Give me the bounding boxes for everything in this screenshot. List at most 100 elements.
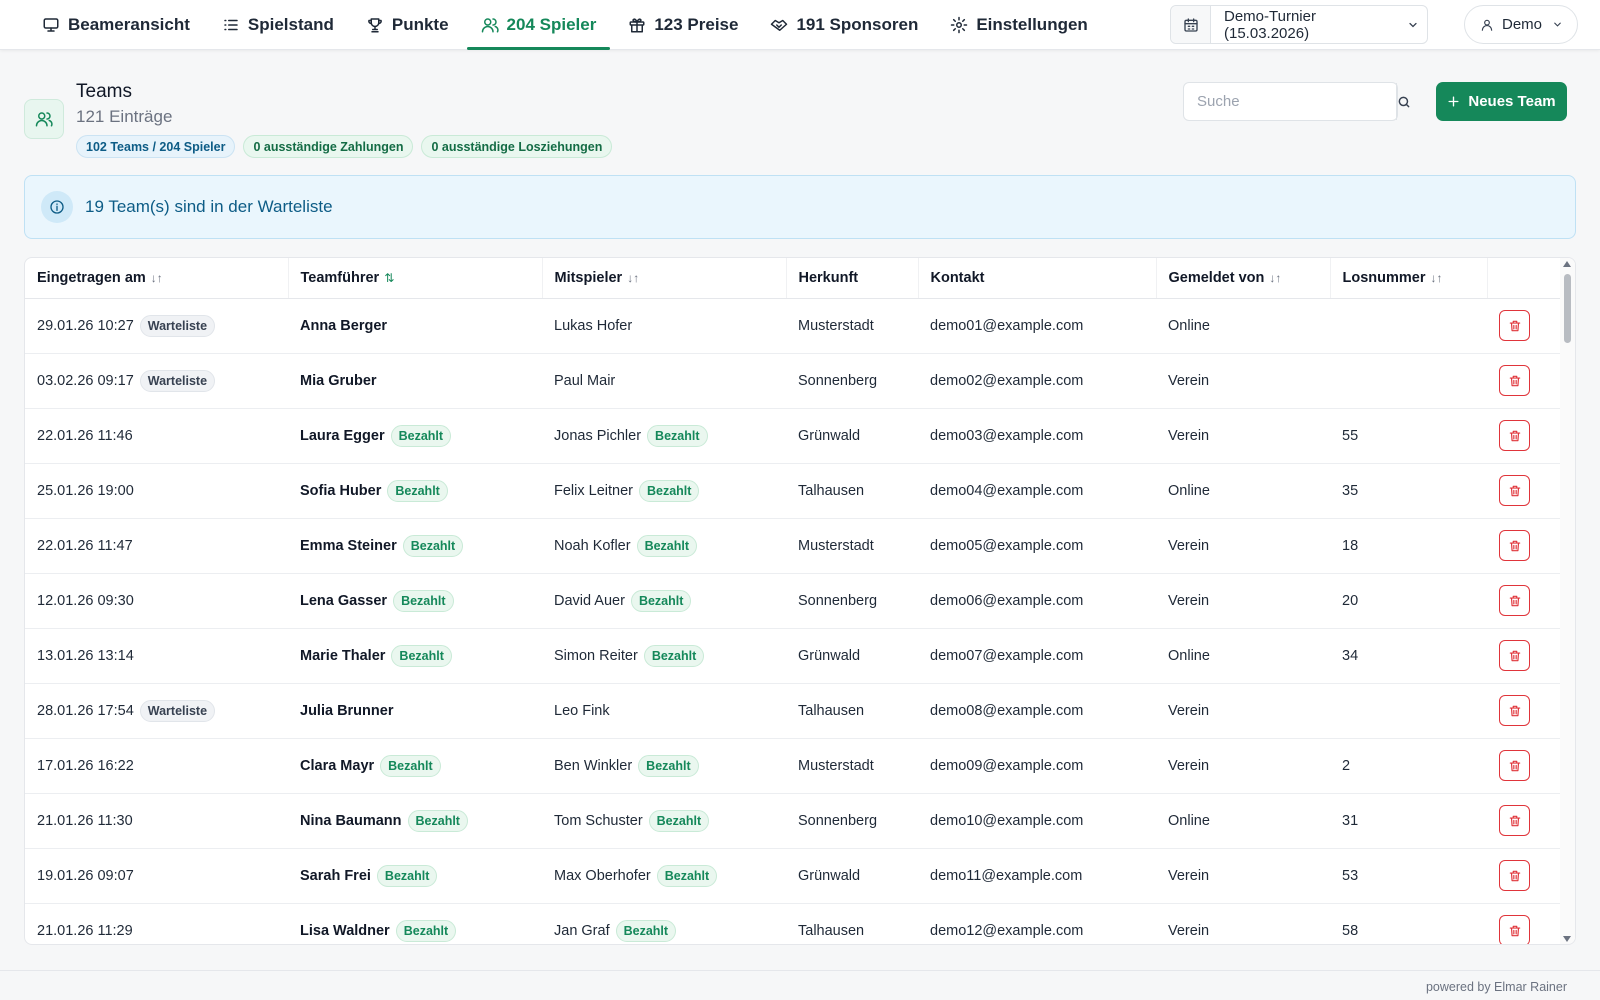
sort-icon[interactable]: ↓↑: [627, 271, 639, 285]
entry-count: 121 Einträge: [76, 107, 173, 126]
col-eingetragen[interactable]: Eingetragen am ↓↑: [25, 258, 289, 299]
table-row[interactable]: 22.01.26 11:47 Emma Steiner Bezahlt Noah Ko…: [25, 518, 1561, 574]
sort-icon[interactable]: ↓↑: [1431, 271, 1443, 285]
nav-preise[interactable]: 123 Preise: [612, 0, 754, 50]
user-menu[interactable]: Demo: [1464, 5, 1578, 44]
cell-contact: demo02@example.com: [918, 353, 1156, 409]
cell-date: 22.01.26 11:46: [25, 408, 288, 464]
scroll-down-arrow[interactable]: [1563, 936, 1571, 942]
table-row[interactable]: 29.01.26 10:27 Warteliste Anna Berger Lukas…: [25, 298, 1561, 354]
paid-badge: Bezahlt: [630, 589, 692, 612]
search-button[interactable]: [1396, 83, 1411, 120]
delete-button[interactable]: [1499, 365, 1530, 396]
trophy-icon: [366, 16, 384, 34]
cell-actions: [1487, 628, 1561, 684]
table-row[interactable]: 21.01.26 11:30 Nina Baumann Bezahlt Tom Sch…: [25, 793, 1561, 849]
cell-date: 29.01.26 10:27 Warteliste: [25, 298, 288, 354]
cell-actions: [1487, 848, 1561, 904]
cell-teammate: Noah Kofler Bezahlt: [542, 518, 786, 574]
cell-actions: [1487, 408, 1561, 464]
cell-origin: Grünwald: [786, 628, 918, 684]
paid-badge: Bezahlt: [643, 644, 705, 667]
list-icon: [222, 16, 240, 34]
cell-origin: Sonnenberg: [786, 573, 918, 629]
delete-button[interactable]: [1499, 915, 1530, 944]
new-team-button[interactable]: Neues Team: [1436, 82, 1567, 121]
scroll-thumb[interactable]: [1564, 274, 1571, 343]
cell-lot-number: 31: [1330, 793, 1487, 849]
cell-actions: [1487, 738, 1561, 794]
delete-button[interactable]: [1499, 585, 1530, 616]
cell-reported-by: Verein: [1156, 573, 1330, 629]
teams-table: Eingetragen am ↓↑ Teamführer ⇅ Mitspieler ↓…: [24, 257, 1576, 945]
sort-icon[interactable]: ↓↑: [151, 271, 163, 285]
nav-einstellungen[interactable]: Einstellungen: [934, 0, 1103, 50]
nav-beameransicht[interactable]: Beameransicht: [26, 0, 206, 50]
user-name: Demo: [1502, 16, 1543, 33]
delete-button[interactable]: [1499, 475, 1530, 506]
nav-spieler[interactable]: 204 Spieler: [465, 0, 613, 50]
open-payments-badge: 0 ausständige Zahlungen: [243, 135, 414, 158]
delete-button[interactable]: [1499, 750, 1530, 781]
scroll-up-arrow[interactable]: [1563, 261, 1571, 267]
footer-credit: powered by Elmar Rainer: [1425, 980, 1567, 994]
waitlist-alert: 19 Team(s) sind in der Warteliste: [24, 175, 1576, 239]
nav-label: 123 Preise: [654, 15, 739, 34]
nav-sponsoren[interactable]: 191 Sponsoren: [754, 0, 934, 50]
table-row[interactable]: 12.01.26 09:30 Lena Gasser Bezahlt David Au…: [25, 573, 1561, 629]
search-input[interactable]: [1184, 83, 1396, 120]
table-row[interactable]: 17.01.26 16:22 Clara Mayr Bezahlt Ben Winkl…: [25, 738, 1561, 794]
table-row[interactable]: 25.01.26 19:00 Sofia Huber Bezahlt Felix Le…: [25, 463, 1561, 519]
cell-date: 22.01.26 11:47: [25, 518, 288, 574]
col-gemeldet-von[interactable]: Gemeldet von ↓↑: [1156, 258, 1331, 299]
col-mitspieler[interactable]: Mitspieler ↓↑: [542, 258, 787, 299]
waitlist-badge: Warteliste: [139, 314, 216, 337]
cell-origin: Musterstadt: [786, 738, 918, 794]
delete-button[interactable]: [1499, 310, 1530, 341]
nav-label: Punkte: [391, 15, 449, 34]
cell-teammate: Jonas Pichler Bezahlt: [542, 408, 786, 464]
table-row[interactable]: 13.01.26 13:14 Marie Thaler Bezahlt Simon R…: [25, 628, 1561, 684]
cell-leader: Nina Baumann Bezahlt: [288, 793, 542, 849]
gift-icon: [628, 16, 646, 34]
table-row[interactable]: 19.01.26 09:07 Sarah Frei Bezahlt Max Oberh…: [25, 848, 1561, 904]
table-row[interactable]: 28.01.26 17:54 Warteliste Julia Brunner Leo…: [25, 683, 1561, 739]
cell-contact: demo06@example.com: [918, 573, 1156, 629]
cell-reported-by: Verein: [1156, 848, 1330, 904]
table-row[interactable]: 21.01.26 11:29 Lisa Waldner Bezahlt Jan Gra…: [25, 903, 1561, 944]
trash-icon: [1508, 319, 1522, 333]
delete-button[interactable]: [1499, 695, 1530, 726]
sort-asc-icon[interactable]: ⇅: [384, 271, 394, 285]
col-teamfuehrer[interactable]: Teamführer ⇅: [288, 258, 543, 299]
sort-icon[interactable]: ↓↑: [1269, 271, 1281, 285]
plus-icon: [1447, 95, 1460, 108]
cell-origin: Musterstadt: [786, 518, 918, 574]
cell-reported-by: Verein: [1156, 683, 1330, 739]
col-losnummer[interactable]: Losnummer ↓↑: [1330, 258, 1488, 299]
table-row[interactable]: 22.01.26 11:46 Laura Egger Bezahlt Jonas Pi…: [25, 408, 1561, 464]
delete-button[interactable]: [1499, 805, 1530, 836]
cell-origin: Grünwald: [786, 408, 918, 464]
cell-lot-number: [1330, 683, 1487, 739]
delete-button[interactable]: [1499, 640, 1530, 671]
paid-badge: Bezahlt: [615, 919, 677, 942]
cell-actions: [1487, 683, 1561, 739]
nav-spielstand[interactable]: Spielstand: [206, 0, 350, 50]
cell-date: 21.01.26 11:29: [25, 903, 288, 944]
open-draws-badge: 0 ausständige Losziehungen: [421, 135, 613, 158]
cell-actions: [1487, 573, 1561, 629]
table-scrollbar[interactable]: [1560, 258, 1575, 944]
table-row[interactable]: 03.02.26 09:17 Warteliste Mia Gruber Paul M…: [25, 353, 1561, 409]
nav-punkte[interactable]: Punkte: [350, 0, 465, 50]
gear-icon: [950, 16, 968, 34]
tournament-select[interactable]: Demo-Turnier (15.03.2026): [1170, 5, 1428, 44]
top-navigation: Beameransicht Spielstand Punkte 204 Spie…: [0, 0, 1600, 50]
cell-lot-number: 18: [1330, 518, 1487, 574]
delete-button[interactable]: [1499, 530, 1530, 561]
cell-leader: Julia Brunner: [288, 683, 542, 739]
paid-badge: Bezahlt: [395, 919, 457, 942]
delete-button[interactable]: [1499, 860, 1530, 891]
cell-contact: demo08@example.com: [918, 683, 1156, 739]
cell-reported-by: Verein: [1156, 518, 1330, 574]
delete-button[interactable]: [1499, 420, 1530, 451]
